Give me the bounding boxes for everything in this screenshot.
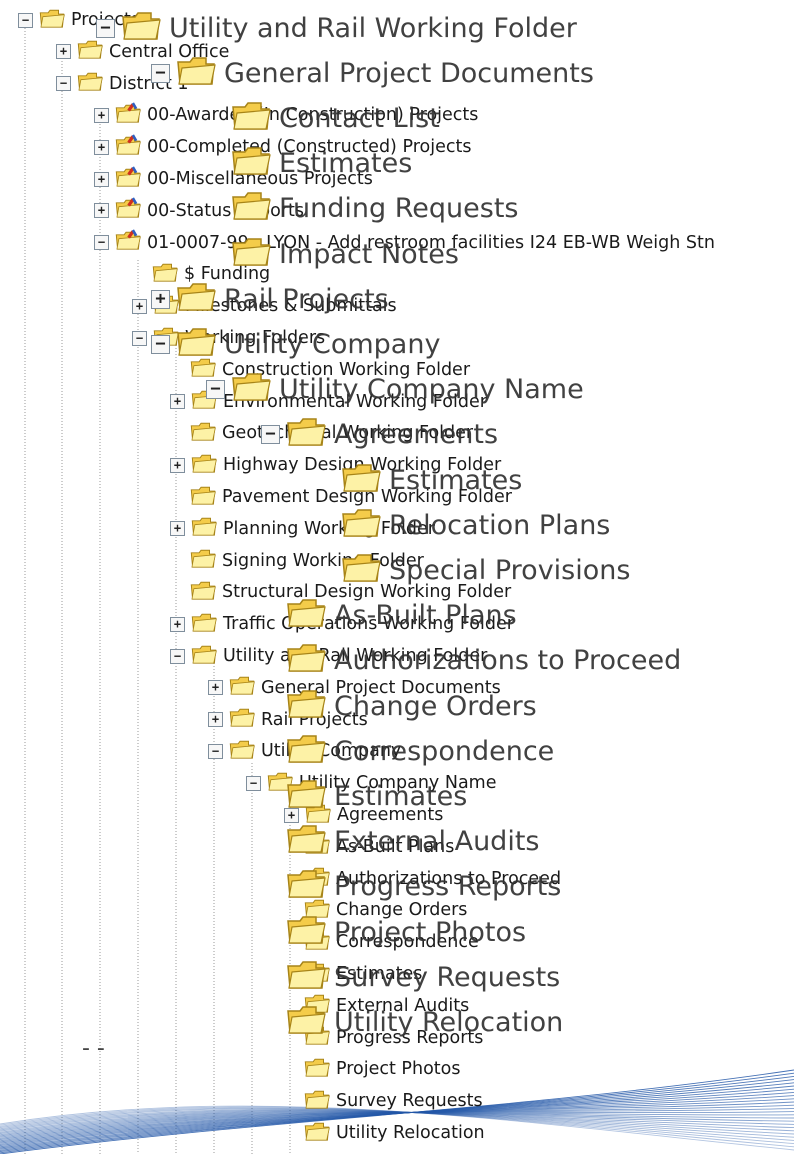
minus-collapse-icon[interactable]: − (151, 63, 170, 83)
folder-icon (286, 822, 334, 861)
enlarged-tree-item-estimates-top[interactable]: Estimates (206, 147, 413, 180)
folder-icon (341, 461, 389, 500)
enlarged-tree-item-label: Estimates (389, 464, 523, 496)
enlarged-tree-item-label: Utility Relocation (334, 1006, 564, 1038)
enlarged-folder-tree-overlay: − Utility and Rail Working Folder − Gener… (0, 0, 794, 1154)
enlarged-tree-item-label: Estimates (279, 148, 413, 180)
enlarged-tree-item-label: External Audits (334, 826, 540, 858)
folder-icon (286, 958, 334, 997)
enlarged-tree-item-label: Agreements (334, 419, 499, 451)
enlarged-tree-item-estimates[interactable]: Estimates (261, 780, 468, 812)
folder-icon (286, 732, 334, 771)
plus-expand-icon[interactable]: + (151, 289, 170, 309)
enlarged-tree-item-label: Funding Requests (279, 193, 519, 225)
folder-icon (286, 1003, 334, 1042)
enlarged-tree-item-agreements[interactable]: − Agreements (261, 418, 499, 451)
folder-icon (286, 596, 334, 635)
folder-icon (176, 54, 224, 93)
minus-collapse-icon[interactable]: − (261, 425, 280, 445)
enlarged-tree-item-special-provisions[interactable]: Special Provisions (316, 554, 631, 586)
enlarged-tree-item-agreements-estimates[interactable]: Estimates (316, 463, 523, 496)
enlarged-tree-item-label: Rail Projects (224, 283, 389, 315)
folder-icon (341, 551, 389, 590)
enlarged-tree-item-label: Change Orders (334, 690, 537, 722)
folder-icon (231, 189, 279, 228)
enlarged-tree-item-utility-relocation[interactable]: Utility Relocation (261, 1006, 564, 1038)
enlarged-tree-item-label: Authorizations to Proceed (334, 645, 682, 677)
folder-icon (176, 325, 224, 364)
enlarged-tree-item-as-built[interactable]: As-Built Plans (261, 599, 517, 632)
minus-collapse-icon[interactable]: − (206, 380, 225, 400)
folder-icon (231, 99, 279, 138)
enlarged-tree-item-label: Contact List (279, 102, 440, 134)
enlarged-tree-item-contact-list[interactable]: Contact List (206, 102, 440, 134)
enlarged-tree-item-label: Utility Company (224, 328, 441, 360)
enlarged-tree-item-label: Utility and Rail Working Folder (169, 12, 577, 44)
folder-icon (341, 506, 389, 545)
enlarged-tree-item-label: Progress Reports (334, 871, 562, 903)
enlarged-tree-item-correspondence[interactable]: Correspondence (261, 734, 555, 767)
folder-icon (231, 144, 279, 183)
enlarged-tree-item-utility-company[interactable]: − Utility Company (151, 328, 441, 360)
enlarged-tree-item-rail-projects[interactable]: + Rail Projects (151, 282, 389, 315)
enlarged-tree-item-relocation-plans[interactable]: Relocation Plans (316, 508, 611, 541)
stray-dash-mark: - - (82, 1036, 105, 1061)
enlarged-tree-item-label: Correspondence (334, 735, 555, 767)
folder-icon (121, 9, 169, 48)
enlarged-tree-item-progress-reports[interactable]: Progress Reports (261, 870, 562, 903)
enlarged-tree-item-change-orders[interactable]: Change Orders (261, 689, 537, 722)
enlarged-tree-item-label: Special Provisions (389, 554, 631, 586)
enlarged-tree-item-label: Estimates (334, 780, 468, 812)
enlarged-tree-item-label: Impact Notes (279, 238, 459, 270)
folder-icon (286, 867, 334, 906)
minus-collapse-icon[interactable]: − (96, 18, 115, 38)
enlarged-tree-item-external-audits[interactable]: External Audits (261, 825, 540, 858)
enlarged-tree-item-utility-company-name[interactable]: − Utility Company Name (206, 373, 584, 406)
enlarged-tree-item-label: Utility Company Name (279, 374, 584, 406)
folder-icon (286, 777, 334, 816)
enlarged-tree-item-survey-requests[interactable]: Survey Requests (261, 960, 561, 993)
enlarged-tree-item-authorizations[interactable]: Authorizations to Proceed (261, 644, 682, 677)
folder-icon (286, 687, 334, 726)
folder-icon (286, 913, 334, 952)
enlarged-tree-item-project-photos[interactable]: Project Photos (261, 915, 527, 948)
folder-icon (176, 280, 224, 319)
enlarged-tree-item-utility-rail[interactable]: − Utility and Rail Working Folder (96, 11, 577, 44)
folder-icon (231, 370, 279, 409)
enlarged-tree-item-label: Project Photos (334, 916, 527, 948)
enlarged-tree-item-label: Relocation Plans (389, 509, 611, 541)
folder-icon (286, 641, 334, 680)
enlarged-tree-item-funding-requests[interactable]: Funding Requests (206, 192, 519, 225)
folder-icon (231, 235, 279, 274)
folder-icon (286, 415, 334, 454)
enlarged-tree-item-general-docs[interactable]: − General Project Documents (151, 56, 594, 89)
enlarged-tree-item-label: Survey Requests (334, 961, 561, 993)
minus-collapse-icon[interactable]: − (151, 334, 170, 354)
enlarged-tree-item-label: General Project Documents (224, 57, 594, 89)
enlarged-tree-item-impact-notes[interactable]: Impact Notes (206, 237, 459, 270)
enlarged-tree-item-label: As-Built Plans (334, 600, 517, 632)
